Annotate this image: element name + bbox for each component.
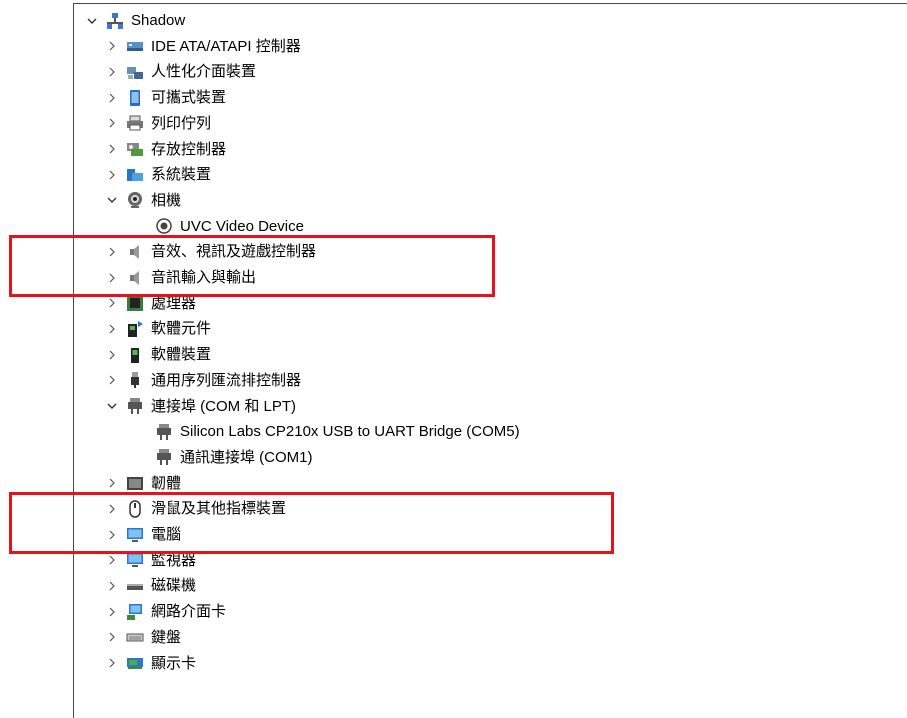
chevron-right-icon[interactable]: [106, 169, 118, 181]
chevron-right-icon[interactable]: [106, 580, 118, 592]
tree-item-ide[interactable]: IDE ATA/ATAPI 控制器: [106, 34, 301, 59]
camera-icon: [126, 191, 144, 209]
network-adapter-icon: [126, 603, 144, 621]
chevron-right-icon[interactable]: [106, 40, 118, 52]
tree-item-printq[interactable]: 列印佇列: [106, 111, 211, 136]
port-icon: [155, 423, 173, 441]
keyboard-icon: [126, 628, 144, 646]
tree-item-label: 列印佇列: [151, 114, 212, 132]
tree-item-usb[interactable]: 通用序列匯流排控制器: [106, 368, 301, 393]
tree-item-keyboard[interactable]: 鍵盤: [106, 625, 181, 650]
chevron-right-icon[interactable]: [106, 92, 118, 104]
tree-item-swdev[interactable]: 軟體裝置: [106, 342, 211, 367]
software-device-icon: [126, 346, 144, 364]
tree-item-network[interactable]: 網路介面卡: [106, 599, 226, 624]
tree-item-label: 存放控制器: [151, 140, 227, 158]
tree-item-display[interactable]: 顯示卡: [106, 651, 196, 676]
chevron-right-icon[interactable]: [106, 374, 118, 386]
tree-item-label: 軟體元件: [151, 320, 212, 338]
tree-item-label: 鍵盤: [151, 628, 182, 646]
processor-icon: [126, 294, 144, 312]
chevron-right-icon[interactable]: [106, 657, 118, 669]
chevron-right-icon[interactable]: [106, 297, 118, 309]
tree-item-label: 可攜式裝置: [151, 89, 227, 107]
storage-controller-icon: [126, 140, 144, 158]
chevron-right-icon[interactable]: [106, 323, 118, 335]
tree-item-label: 磁碟機: [151, 577, 197, 595]
tree-item-swcomp[interactable]: 軟體元件: [106, 316, 211, 341]
tree-item-portable[interactable]: 可攜式裝置: [106, 85, 226, 110]
chevron-right-icon[interactable]: [106, 143, 118, 155]
display-adapter-icon: [126, 654, 144, 672]
chevron-right-icon[interactable]: [106, 554, 118, 566]
webcam-icon: [155, 217, 173, 235]
port-icon: [126, 397, 144, 415]
tree-item-storage[interactable]: 存放控制器: [106, 137, 226, 162]
tree-item-camera[interactable]: 相機: [106, 188, 181, 213]
chevron-right-icon[interactable]: [106, 606, 118, 618]
tree-item-label: 系統裝置: [151, 166, 212, 184]
software-component-icon: [126, 320, 144, 338]
tree-item-system[interactable]: 系統裝置: [106, 162, 211, 187]
tree-item-label: IDE ATA/ATAPI 控制器: [151, 37, 301, 55]
tree-item-ports-child-1[interactable]: 通訊連接埠 (COM1): [155, 445, 313, 470]
tree-item-label: 軟體裝置: [151, 346, 212, 364]
disk-drive-icon: [126, 577, 144, 595]
tree-item-label: Silicon Labs CP210x USB to UART Bridge (…: [180, 423, 520, 441]
usb-icon: [126, 371, 144, 389]
chevron-right-icon[interactable]: [106, 349, 118, 361]
tree-item-label: 相機: [151, 191, 182, 209]
monitor-icon: [126, 551, 144, 569]
tree-item-hid[interactable]: 人性化介面裝置: [106, 59, 256, 84]
tree-item-label: 網路介面卡: [151, 603, 227, 621]
tree-item-label: 通用序列匯流排控制器: [151, 371, 302, 389]
chevron-right-icon[interactable]: [106, 66, 118, 78]
tree-item-root[interactable]: Shadow: [86, 8, 185, 33]
ide-controller-icon: [126, 37, 144, 55]
tree-item-label: 人性化介面裝置: [151, 63, 257, 81]
tree-item-disk[interactable]: 磁碟機: [106, 573, 196, 598]
highlight-box: [9, 492, 614, 554]
system-device-icon: [126, 166, 144, 184]
tree-item-label: 通訊連接埠 (COM1): [180, 448, 313, 466]
hid-device-icon: [126, 63, 144, 81]
tree-item-label: 顯示卡: [151, 654, 197, 672]
highlight-box: [9, 235, 495, 297]
chevron-down-icon[interactable]: [86, 15, 98, 27]
chevron-down-icon[interactable]: [106, 400, 118, 412]
computer-tree-icon: [106, 12, 124, 30]
tree-item-label: Shadow: [131, 12, 186, 29]
chevron-right-icon[interactable]: [106, 477, 118, 489]
chevron-right-icon[interactable]: [106, 631, 118, 643]
tree-item-label: 連接埠 (COM 和 LPT): [151, 397, 296, 415]
chevron-down-icon[interactable]: [106, 194, 118, 206]
firmware-icon: [126, 474, 144, 492]
chevron-right-icon[interactable]: [106, 117, 118, 129]
tree-item-ports-child-0[interactable]: Silicon Labs CP210x USB to UART Bridge (…: [155, 419, 520, 444]
tree-item-ports[interactable]: 連接埠 (COM 和 LPT): [106, 394, 296, 419]
port-icon: [155, 448, 173, 466]
portable-device-icon: [126, 89, 144, 107]
printer-icon: [126, 114, 144, 132]
